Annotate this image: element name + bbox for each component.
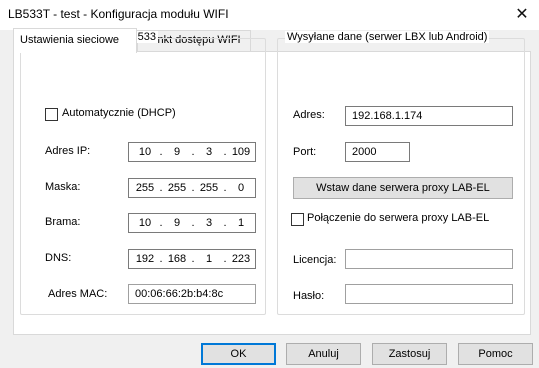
gateway-field[interactable]: 10 . 9 . 3 . 1 [128,213,256,233]
recorder-address-group: Adres rejestratora LB-533 [20,31,266,315]
gateway-octet: 3 [205,217,213,229]
close-icon[interactable]: ✕ [505,0,539,30]
password-field[interactable] [345,284,513,304]
server-address-label: Adres: [293,109,325,121]
ip-octet: 109 [231,146,251,158]
dns-octet: 1 [205,253,213,265]
gateway-label: Brama: [45,216,81,228]
gateway-octet: 10 [138,217,152,229]
tab-network-settings[interactable]: Ustawienia sieciowe [13,28,137,53]
ip-label: Adres IP: [45,145,91,157]
mac-label: Adres MAC: [48,288,108,300]
ip-octet: 10 [138,146,152,158]
dns-octet: 168 [167,253,187,265]
password-label: Hasło: [293,290,325,302]
ip-address-field[interactable]: 10 . 9 . 3 . 109 [128,142,256,162]
server-group-title: Wysyłane dane (serwer LBX lub Android) [285,31,490,43]
dns-octet: 192 [135,253,155,265]
dhcp-checkbox[interactable] [45,108,58,121]
title-bar: LB533T - test - Konfiguracja modułu WIFI… [0,0,539,30]
ip-octet: 3 [205,146,213,158]
gateway-octet: 9 [173,217,181,229]
dns-field[interactable]: 192 . 168 . 1 . 223 [128,249,256,269]
ip-octet: 9 [173,146,181,158]
proxy-connection-label[interactable]: Połączenie do serwera proxy LAB-EL [307,212,489,224]
window-title: LB533T - test - Konfiguracja modułu WIFI [8,7,229,21]
cancel-button[interactable]: Anuluj [286,343,361,365]
gateway-octet: 1 [237,217,245,229]
mask-octet: 255 [135,182,155,194]
port-field[interactable]: 2000 [345,142,410,162]
mask-label: Maska: [45,181,81,193]
insert-proxy-button[interactable]: Wstaw dane serwera proxy LAB-EL [293,177,513,199]
ok-button[interactable]: OK [201,343,276,365]
dns-octet: 223 [231,253,251,265]
proxy-connection-checkbox[interactable] [291,213,304,226]
help-button[interactable]: Pomoc [458,343,533,365]
subnet-mask-field[interactable]: 255 . 255 . 255 . 0 [128,178,256,198]
license-label: Licencja: [293,254,337,266]
license-field[interactable] [345,249,513,269]
apply-button[interactable]: Zastosuj [372,343,447,365]
mask-octet: 255 [199,182,219,194]
dhcp-label[interactable]: Automatycznie (DHCP) [62,107,176,119]
server-address-field[interactable]: 192.168.1.174 [345,106,513,126]
mask-octet: 0 [237,182,245,194]
port-label: Port: [293,146,317,158]
dns-label: DNS: [45,252,72,264]
mask-octet: 255 [167,182,187,194]
mac-address-field: 00:06:66:2b:b4:8c [128,284,256,304]
